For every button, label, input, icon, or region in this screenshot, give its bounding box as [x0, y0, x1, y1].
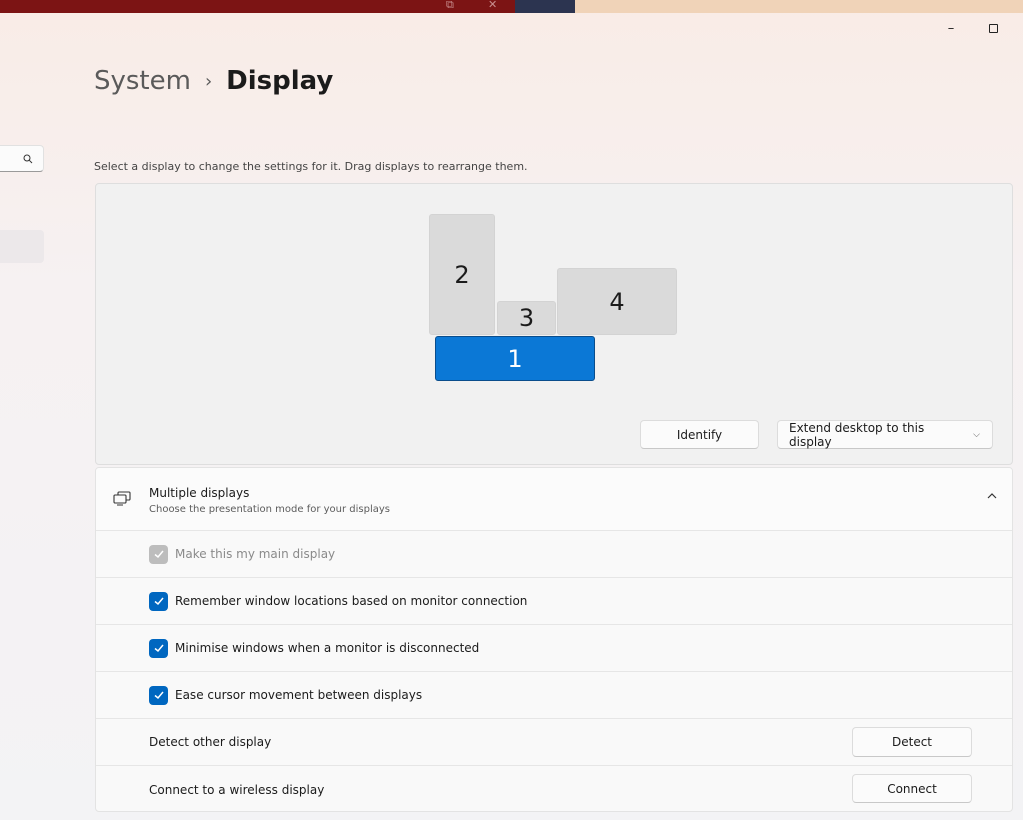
close-icon: ✕ [488, 0, 498, 11]
multiple-displays-icon [113, 491, 131, 506]
checkbox-remember-locations[interactable] [149, 591, 168, 611]
identify-button[interactable]: Identify [640, 420, 759, 449]
breadcrumb-system[interactable]: System [94, 66, 191, 96]
monitor-number: 1 [507, 344, 523, 373]
option-label: Ease cursor movement between displays [175, 688, 423, 702]
monitor-2[interactable]: 2 [429, 214, 495, 335]
multiple-displays-header[interactable]: Multiple displays Choose the presentatio… [96, 468, 1012, 531]
background-wallpaper-right [575, 0, 1023, 13]
background-titlebar: ⧉ ✕ [0, 0, 515, 13]
connect-row: Connect to a wireless display Connect [96, 766, 1012, 811]
multiple-displays-card: Multiple displays Choose the presentatio… [95, 467, 1013, 812]
arrangement-hint: Select a display to change the settings … [94, 160, 528, 173]
chevron-up-icon[interactable] [986, 492, 998, 500]
maximize-button[interactable] [978, 18, 1008, 38]
maximize-icon [988, 23, 998, 33]
detect-button[interactable]: Detect [852, 727, 972, 757]
option-row-ease-cursor[interactable]: Ease cursor movement between displays [96, 672, 1012, 719]
monitor-1[interactable]: 1 [435, 336, 595, 381]
display-arrangement-panel: 2 3 4 1 Identify Extend desktop to this … [95, 183, 1013, 465]
connect-label: Connect to a wireless display [149, 782, 325, 797]
display-mode-dropdown[interactable]: Extend desktop to this display ⌵ [777, 420, 993, 449]
monitor-number: 3 [518, 304, 535, 332]
option-label: Make this my main display [175, 547, 336, 561]
connect-button[interactable]: Connect [852, 774, 972, 803]
chevron-right-icon: › [204, 70, 213, 92]
search-input[interactable] [0, 145, 44, 172]
detect-label: Detect other display [149, 735, 272, 749]
option-row-remember-locations[interactable]: Remember window locations based on monit… [96, 578, 1012, 625]
minimize-button[interactable]: – [936, 18, 966, 38]
sidebar-item-system[interactable] [0, 230, 44, 263]
chevron-down-icon: ⌵ [973, 429, 980, 440]
breadcrumb: System › Display [94, 66, 333, 96]
dropdown-value: Extend desktop to this display [789, 420, 925, 449]
card-subtitle: Choose the presentation mode for your di… [149, 504, 391, 515]
background-wallpaper [515, 0, 575, 13]
card-title: Multiple displays [149, 486, 250, 500]
checkbox-minimise-windows[interactable] [149, 638, 168, 658]
option-label: Minimise windows when a monitor is disco… [175, 641, 480, 655]
option-row-main-display: Make this my main display [96, 531, 1012, 578]
checkbox-main-display [149, 544, 168, 564]
checkbox-ease-cursor[interactable] [149, 685, 168, 705]
option-label: Remember window locations based on monit… [175, 594, 528, 608]
detect-row: Detect other display Detect [96, 719, 1012, 766]
monitor-3[interactable]: 3 [497, 301, 556, 335]
background-window-strip: ⧉ ✕ [0, 0, 1023, 13]
option-row-minimise-windows[interactable]: Minimise windows when a monitor is disco… [96, 625, 1012, 672]
search-icon [23, 154, 33, 163]
monitor-number: 4 [609, 287, 625, 316]
monitor-number: 2 [454, 260, 470, 289]
monitor-4[interactable]: 4 [557, 268, 677, 335]
page-title: Display [226, 66, 334, 96]
restore-icon: ⧉ [446, 0, 454, 11]
